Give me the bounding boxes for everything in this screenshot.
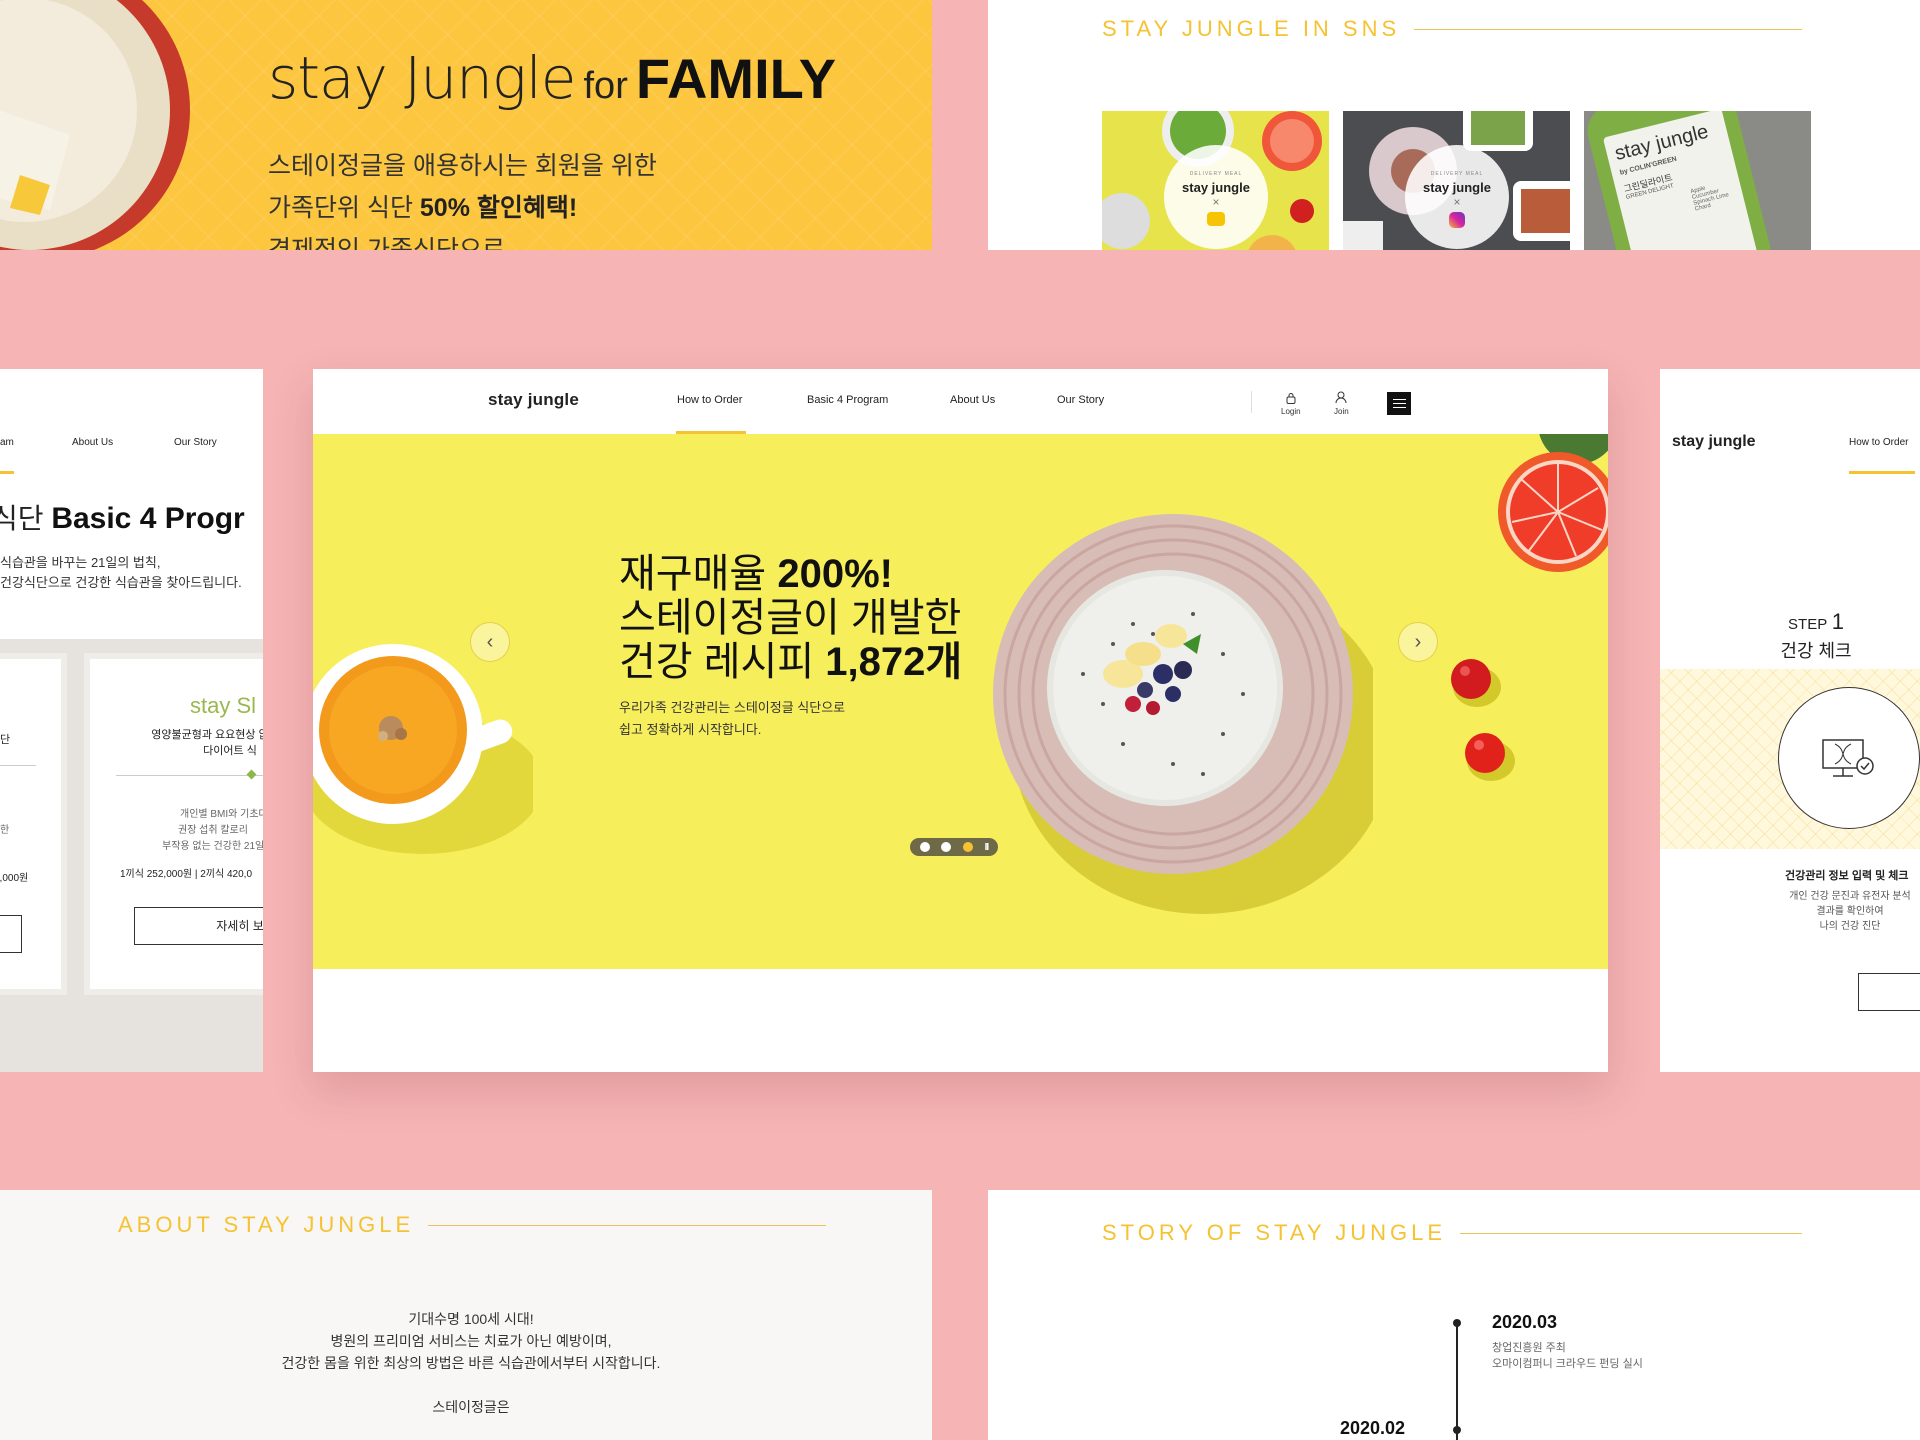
instagram-icon xyxy=(1449,212,1465,228)
sns-card-bottle[interactable]: stay jungle by COLIN'GREEN 그린딜라이트 GREEN … xyxy=(1584,111,1811,250)
step-info-desc: 개인 건강 문진과 유전자 분석 결과를 확인하여 나의 건강 진단 xyxy=(1789,891,1911,932)
program-desc-1: 식습관을 바꾸는 21일의 법칙, xyxy=(0,555,161,570)
order-panel: stay jungle How to Order STEP 1 건강 체크 건강… xyxy=(1660,369,1920,1072)
hamburger-icon xyxy=(1392,402,1406,405)
header-divider xyxy=(1251,391,1252,413)
lock-icon xyxy=(1286,393,1296,404)
chia-pudding-plate-image xyxy=(993,514,1373,914)
family-line-3: 경제적인 가족식단으로 xyxy=(268,236,505,250)
hero-line-3: 건강 레시피 1,872개 xyxy=(619,640,963,684)
timeline-line xyxy=(1456,1323,1458,1440)
carousel-dot-2[interactable] xyxy=(941,842,952,852)
order-nav-how-to-order[interactable]: How to Order xyxy=(1849,437,1908,448)
about-text: 기대수명 100세 시대! 병원의 프리미엄 서비스는 치료가 아닌 예방이며,… xyxy=(281,1311,661,1415)
chevron-left-icon: ‹ xyxy=(486,630,494,653)
step-info-title: 건강관리 정보 입력 및 체크 xyxy=(1785,870,1909,882)
about-section-title: ABOUT STAY JUNGLE xyxy=(118,1212,826,1238)
diamond-icon xyxy=(246,769,257,780)
grapefruit-image xyxy=(1498,434,1608,572)
sns-card-kakao[interactable]: DELIVERY MEAL stay jungle × xyxy=(1102,111,1329,250)
hero-headline: 재구매율 200%! 스테이정글이 개발한 건강 레시피 1,872개 xyxy=(619,552,962,684)
timeline-dot xyxy=(1453,1426,1461,1434)
detail-button-1[interactable] xyxy=(0,915,22,953)
nav-basic-4-program[interactable]: Basic 4 Program xyxy=(807,394,888,406)
sns-badge: DELIVERY MEAL stay jungle × xyxy=(1164,145,1268,249)
carousel-next-button[interactable]: › xyxy=(1398,622,1438,662)
nav-item-about[interactable]: About Us xyxy=(72,437,113,448)
program-grid: 단 한 3,000원 stay Sl 영양불균형과 요요현상 없 다이어트 식 … xyxy=(0,639,263,1072)
carousel-dot-1[interactable] xyxy=(919,842,930,852)
family-title-light: stay Jungle xyxy=(268,44,576,112)
step-icon-circle xyxy=(1778,687,1920,829)
program-title: 식단 Basic 4 Progr xyxy=(0,502,245,535)
sns-section-title: STAY JUNGLE IN SNS xyxy=(1102,16,1802,42)
story-section-title: STORY OF STAY JUNGLE xyxy=(1102,1220,1802,1246)
program-desc-2: 건강식단으로 건강한 식습관을 찾아드립니다. xyxy=(0,575,242,590)
program-card-1: 단 한 3,000원 xyxy=(0,653,67,995)
cherry-tomato-image xyxy=(1451,659,1515,781)
nav-active-underline xyxy=(1849,471,1915,474)
close-icon: × xyxy=(1453,195,1461,209)
kakao-icon xyxy=(1207,212,1225,226)
main-hero-panel: stay jungle How to Order Basic 4 Program… xyxy=(313,369,1608,1072)
login-button[interactable]: Login xyxy=(1281,392,1301,416)
nav-our-story[interactable]: Our Story xyxy=(1057,394,1104,406)
carousel-dot-3[interactable] xyxy=(963,842,974,852)
order-detail-button[interactable] xyxy=(1858,973,1920,1011)
story-panel: STORY OF STAY JUNGLE 2020.03 창업진흥원 주최 오마… xyxy=(988,1190,1920,1440)
join-button[interactable]: Join xyxy=(1334,391,1349,416)
program-panel: am About Us Our Story 식단 Basic 4 Progr 식… xyxy=(0,369,263,1072)
family-line-2: 가족단위 식단 50% 할인혜택! xyxy=(268,194,578,222)
order-logo[interactable]: stay jungle xyxy=(1672,433,1756,451)
family-title-for: for xyxy=(583,65,628,107)
sns-badge: DELIVERY MEAL stay jungle × xyxy=(1405,145,1509,249)
timeline-event-1: 2020.03 창업진흥원 주최 오마이컴퍼니 크라우드 펀딩 실시 xyxy=(1492,1312,1643,1370)
about-panel: ABOUT STAY JUNGLE 기대수명 100세 시대! 병원의 프리미엄… xyxy=(0,1190,932,1440)
family-promo-panel: stay Jungle for FAMILY 스테이정글을 애용하시는 회원을 … xyxy=(0,0,932,250)
plate-image xyxy=(0,0,190,250)
carousel-prev-button[interactable]: ‹ xyxy=(470,622,510,662)
close-icon: × xyxy=(1212,195,1220,209)
site-header: stay jungle How to Order Basic 4 Program… xyxy=(313,369,1608,434)
nav-active-underline xyxy=(0,471,14,474)
nav-how-to-order[interactable]: How to Order xyxy=(677,394,742,406)
chevron-right-icon: › xyxy=(1414,630,1422,653)
family-title-bold: FAMILY xyxy=(635,47,837,110)
carousel-indicators: II xyxy=(910,838,998,856)
hero-line-1: 재구매율 200%! xyxy=(619,552,893,596)
program-card-2: stay Sl 영양불균형과 요요현상 없 다이어트 식 개인별 BMI와 기초… xyxy=(84,653,263,995)
sns-panel: STAY JUNGLE IN SNS DELIVERY MEAL stay ju… xyxy=(988,0,1920,250)
hero-banner: 재구매율 200%! 스테이정글이 개발한 건강 레시피 1,872개 우리가족… xyxy=(313,434,1608,969)
family-line-1: 스테이정글을 애용하시는 회원을 위한 xyxy=(268,152,657,180)
nav-item-story[interactable]: Our Story xyxy=(174,437,217,448)
monitor-dna-check-icon xyxy=(1822,739,1874,777)
step-heading: STEP 1 건강 체크 xyxy=(1780,609,1852,661)
soup-bowl-image xyxy=(313,644,533,854)
detail-button-2[interactable]: 자세히 보 xyxy=(134,907,263,945)
juice-bottle: stay jungle by COLIN'GREEN 그린딜라이트 GREEN … xyxy=(1584,111,1776,250)
timeline-event-2-date: 2020.02 xyxy=(1340,1418,1406,1438)
timeline-dot xyxy=(1453,1319,1461,1327)
nav-about-us[interactable]: About Us xyxy=(950,394,995,406)
sns-card-instagram[interactable]: DELIVERY MEAL stay jungle × xyxy=(1343,111,1570,250)
logo[interactable]: stay jungle xyxy=(488,390,579,410)
hamburger-menu-button[interactable] xyxy=(1387,392,1411,415)
pause-icon[interactable]: II xyxy=(985,842,989,853)
hero-line-2: 스테이정글이 개발한 xyxy=(619,596,962,640)
nav-item-program[interactable]: am xyxy=(0,437,14,448)
user-icon xyxy=(1335,391,1347,404)
hero-description: 우리가족 건강관리는 스테이정글 식단으로 쉽고 정확하게 시작합니다. xyxy=(619,700,846,737)
